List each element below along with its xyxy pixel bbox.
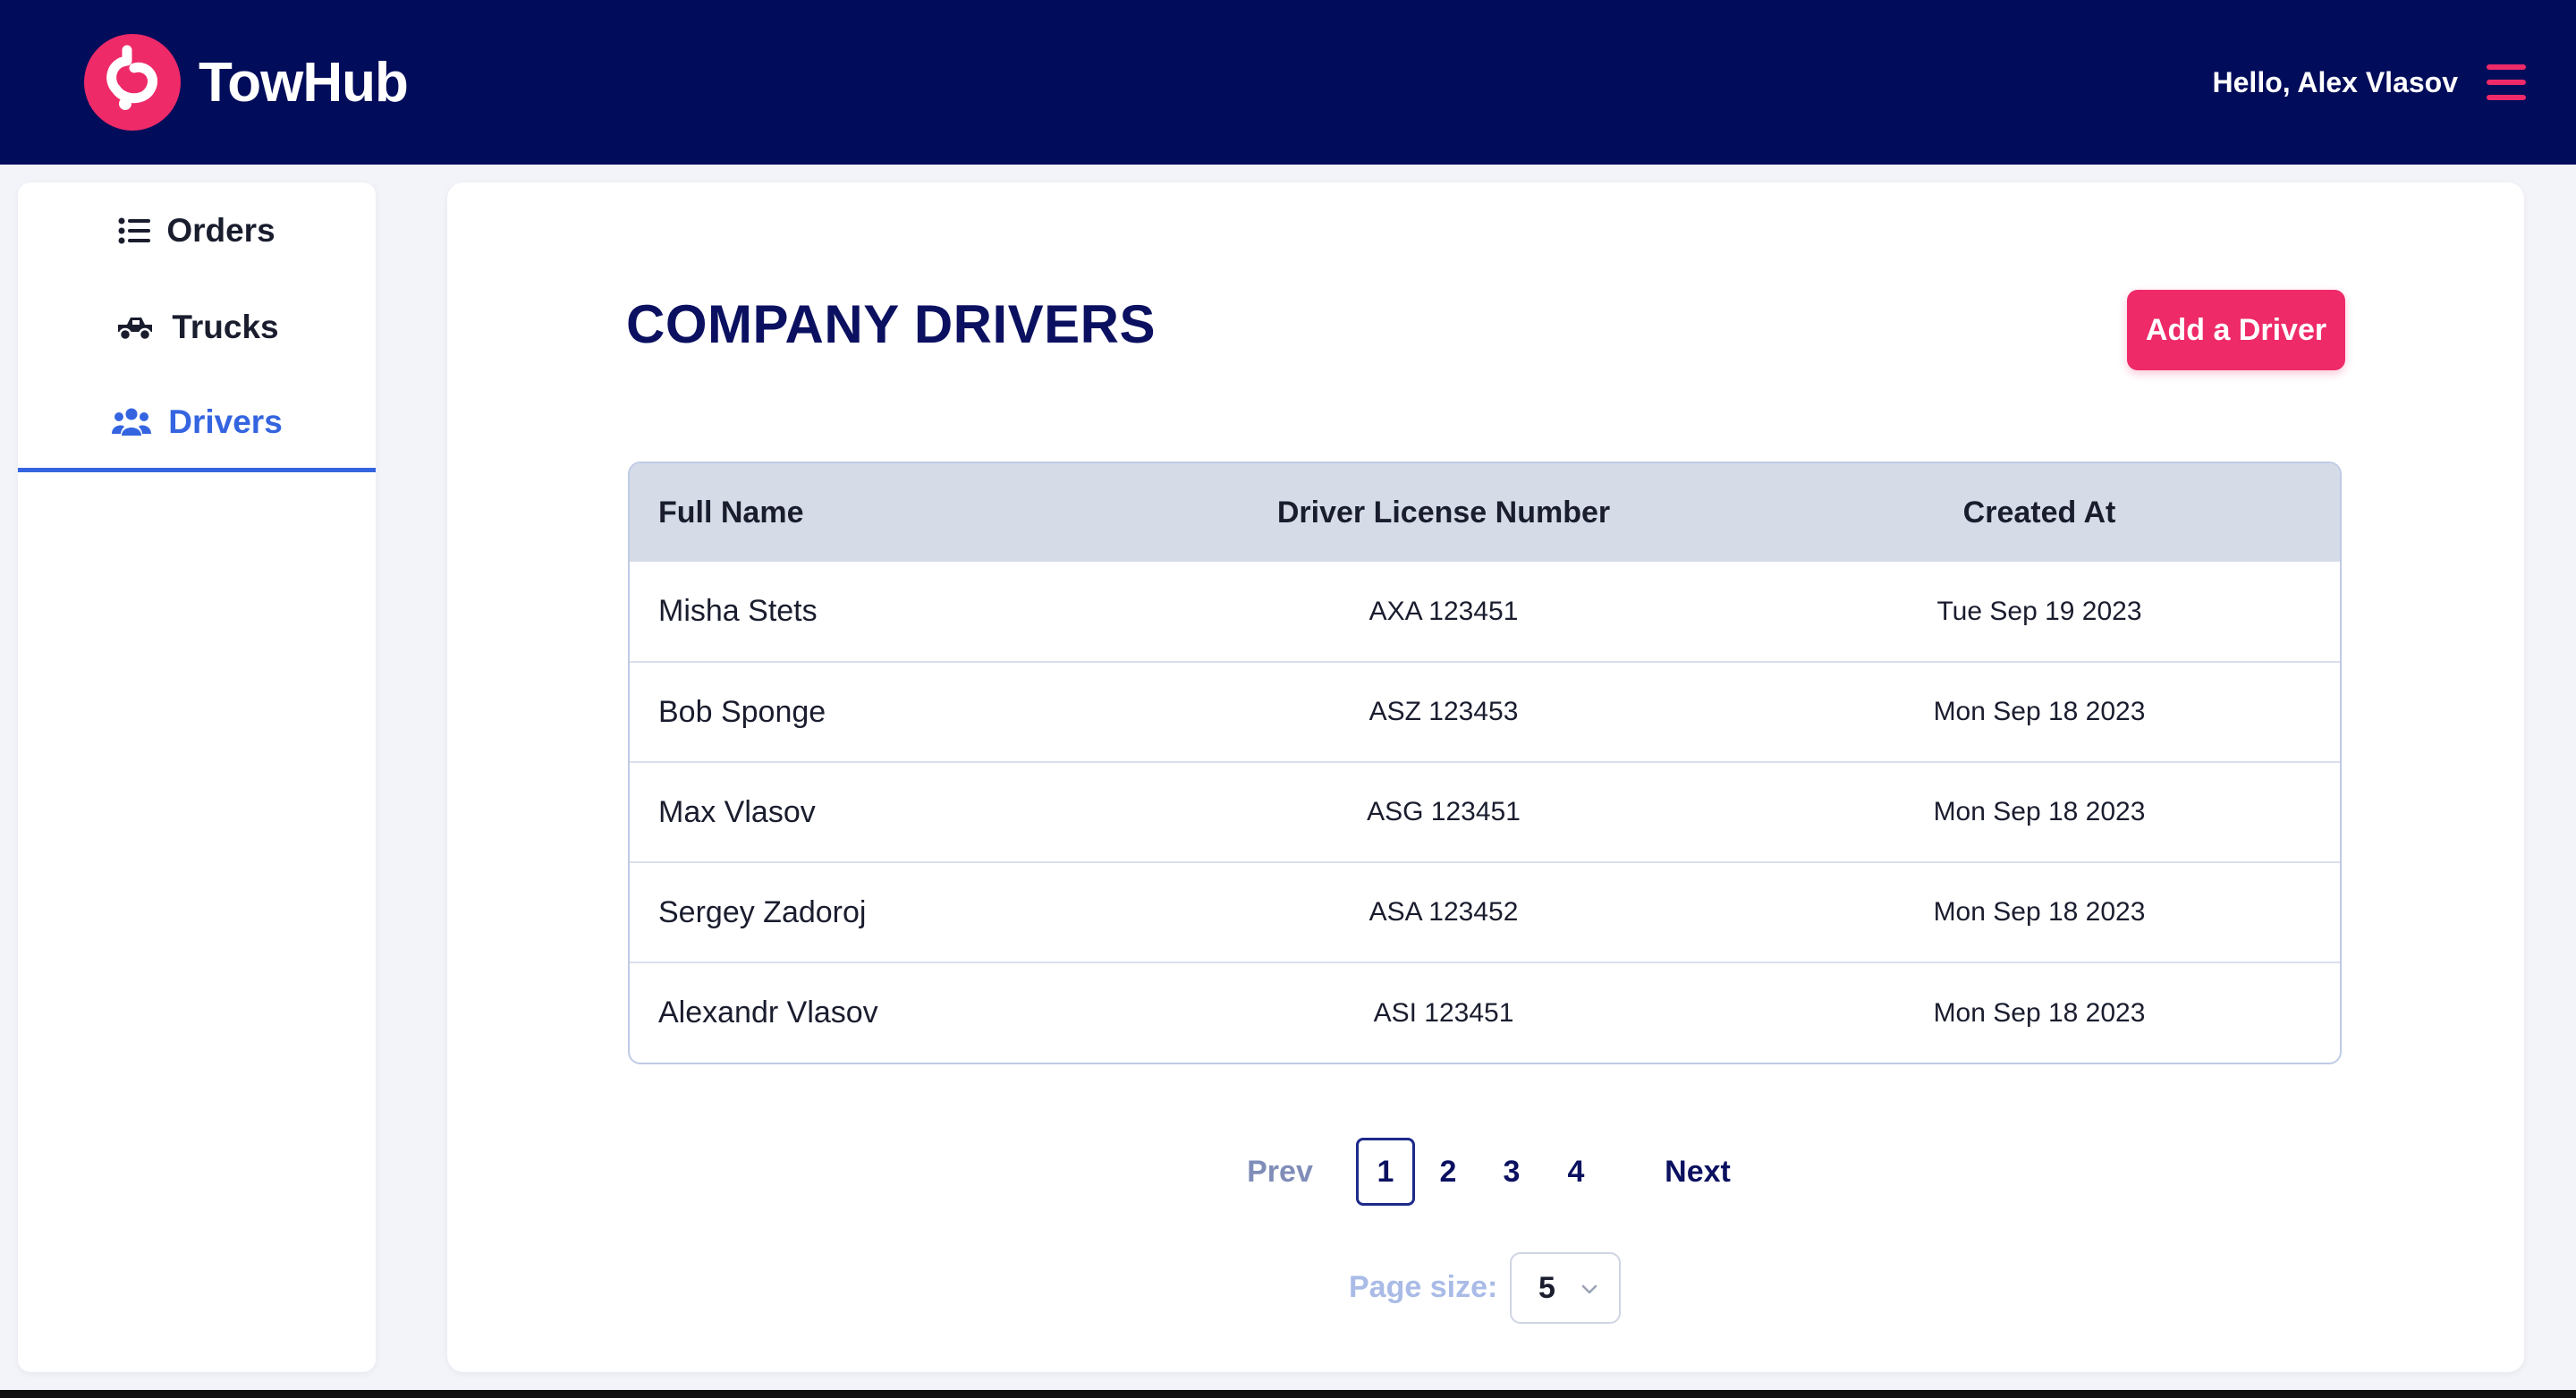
top-header: TowHub Hello, Alex Vlasov [0, 0, 2576, 165]
hamburger-line [2487, 95, 2526, 100]
prev-page-button[interactable]: Prev [1240, 1138, 1320, 1206]
page-title: COMPANY DRIVERS [626, 294, 1157, 354]
next-page-button[interactable]: Next [1655, 1138, 1741, 1206]
cell-created-at: Mon Sep 18 2023 [1933, 797, 2146, 826]
cell-created-at: Mon Sep 18 2023 [1933, 997, 2146, 1028]
sidebar-item-trucks[interactable]: Trucks [18, 279, 376, 376]
cell-created-at: Mon Sep 18 2023 [1933, 697, 2146, 726]
cell-full-name: Misha Stets [658, 594, 818, 628]
cell-full-name: Sergey Zadoroj [658, 894, 867, 929]
table-row[interactable]: Sergey Zadoroj ASA 123452 Mon Sep 18 202… [630, 862, 2340, 962]
cell-created-at: Mon Sep 18 2023 [1933, 897, 2146, 927]
sidebar-item-orders[interactable]: Orders [18, 182, 376, 279]
drivers-table: Full Name Driver License Number Created … [628, 462, 2342, 1064]
page-size-label: Page size: [1349, 1270, 1498, 1304]
sidebar: Orders Trucks Drivers [18, 182, 376, 1372]
hamburger-line [2487, 64, 2526, 70]
cell-full-name: Bob Sponge [658, 694, 826, 729]
sidebar-item-label: Drivers [168, 402, 283, 440]
cell-full-name: Alexandr Vlasov [658, 996, 878, 1029]
page-button-2[interactable]: 2 [1430, 1138, 1466, 1206]
table-header-row: Full Name Driver License Number Created … [630, 463, 2340, 562]
window-bottom-edge [0, 1390, 2576, 1398]
page-size-select[interactable]: 5 [1510, 1252, 1621, 1324]
cell-license: AXA 123451 [1368, 596, 1519, 626]
table-row[interactable]: Misha Stets AXA 123451 Tue Sep 19 2023 [630, 562, 2340, 662]
sidebar-item-label: Orders [166, 212, 275, 249]
sidebar-item-drivers[interactable]: Drivers [18, 376, 376, 472]
cell-license: ASA 123452 [1368, 897, 1519, 927]
list-icon [118, 217, 151, 244]
sidebar-item-label: Trucks [172, 309, 279, 345]
hamburger-line [2487, 80, 2526, 85]
truck-icon [118, 318, 153, 342]
cell-license: ASZ 123453 [1368, 697, 1519, 726]
tow-hook-icon [84, 34, 181, 131]
cell-full-name: Max Vlasov [658, 794, 816, 829]
page-button-4[interactable]: 4 [1558, 1138, 1594, 1206]
page-button-1[interactable]: 1 [1356, 1138, 1415, 1206]
column-header-full-name[interactable]: Full Name [630, 463, 1148, 562]
page-button-3[interactable]: 3 [1494, 1138, 1530, 1206]
add-driver-button[interactable]: Add a Driver [2127, 290, 2345, 370]
page-size-control: Page size: 5 [447, 1252, 2524, 1324]
user-area: Hello, Alex Vlasov [2213, 64, 2526, 100]
chevron-down-icon [1581, 1284, 1597, 1294]
table-row[interactable]: Alexandr Vlasov ASI 123451 Mon Sep 18 20… [630, 962, 2340, 1063]
cell-license: ASI 123451 [1373, 997, 1514, 1028]
page-size-value: 5 [1538, 1270, 1555, 1305]
pagination: Prev 1 2 3 4 Next [447, 1138, 2524, 1209]
table-row[interactable]: Bob Sponge ASZ 123453 Mon Sep 18 2023 [630, 662, 2340, 762]
cell-created-at: Tue Sep 19 2023 [1936, 596, 2142, 626]
hamburger-icon[interactable] [2487, 64, 2526, 100]
cell-license: ASG 123451 [1367, 797, 1521, 826]
user-greeting: Hello, Alex Vlasov [2212, 65, 2458, 98]
column-header-license[interactable]: Driver License Number [1148, 463, 1739, 562]
table-row[interactable]: Max Vlasov ASG 123451 Mon Sep 18 2023 [630, 762, 2340, 862]
main-panel: COMPANY DRIVERS Add a Driver Full Name D… [447, 182, 2524, 1372]
column-header-created-at[interactable]: Created At [1739, 463, 2340, 562]
brand-name: TowHub [199, 51, 409, 114]
brand[interactable]: TowHub [84, 34, 409, 131]
users-icon [112, 408, 152, 436]
